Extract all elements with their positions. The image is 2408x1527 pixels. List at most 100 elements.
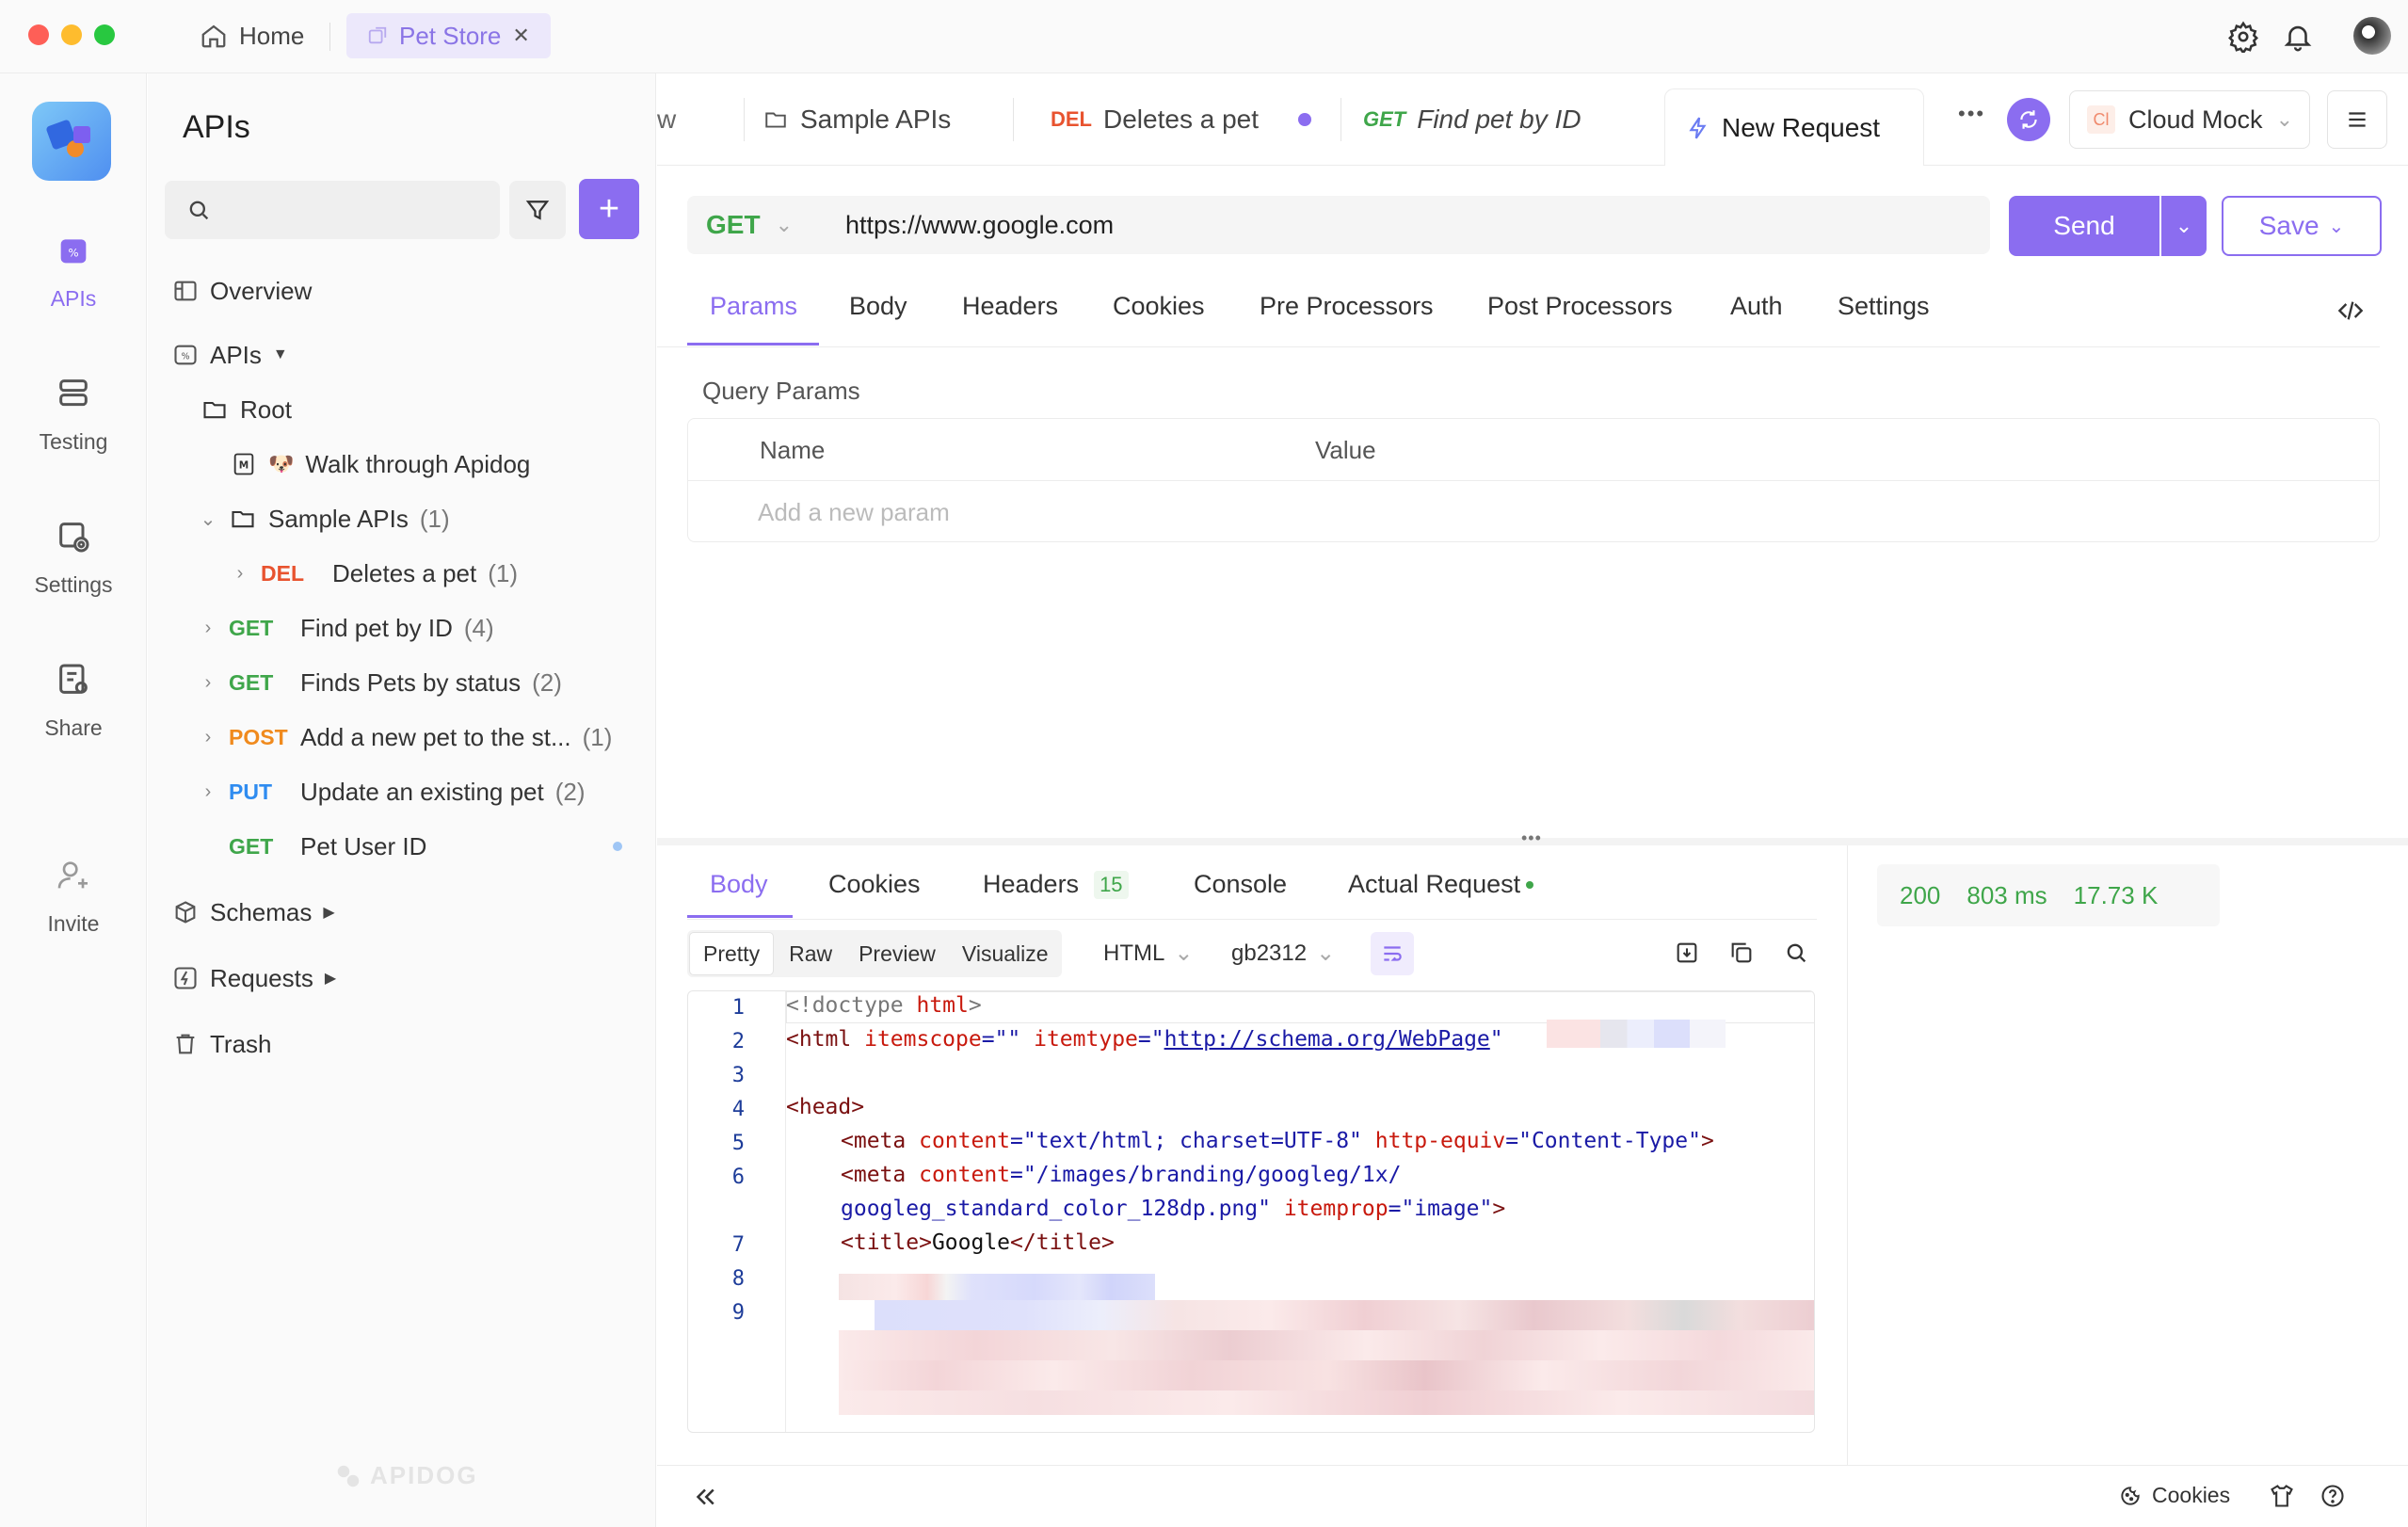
line-number: 9: [731, 1301, 745, 1325]
endpoint-method: POST: [229, 724, 288, 749]
tab-cookies[interactable]: Cookies: [1113, 292, 1205, 321]
sidebar-endpoint[interactable]: › GET Find pet by ID (4): [199, 606, 494, 650]
gear-icon[interactable]: [2227, 21, 2259, 53]
sidebar-endpoint[interactable]: › PUT Update an existing pet (2): [199, 770, 586, 813]
status-code: 200: [1900, 880, 1941, 909]
tab-new-request[interactable]: New Request: [1664, 88, 1924, 166]
sidebar-item-trash[interactable]: Trash: [172, 1022, 272, 1066]
sidebar-endpoint[interactable]: › POST Add a new pet to the st... (1): [199, 715, 613, 759]
environment-select[interactable]: Cl Cloud Mock ⌄: [2069, 90, 2310, 149]
shirt-icon[interactable]: [2269, 1483, 2295, 1509]
column-name: Name: [760, 436, 826, 464]
rail-invite[interactable]: Invite: [0, 857, 147, 937]
language-select[interactable]: HTML ⌄: [1103, 940, 1193, 967]
more-tabs-button[interactable]: •••: [1958, 102, 1985, 126]
endpoint-count: (4): [463, 613, 494, 642]
code-view-button[interactable]: [2335, 297, 2367, 330]
sidebar-item-schemas[interactable]: Schemas ▶: [172, 891, 335, 934]
url-input[interactable]: https://www.google.com: [825, 196, 1990, 254]
charset-select[interactable]: gb2312 ⌄: [1231, 940, 1335, 967]
send-options-button[interactable]: ⌄: [2161, 196, 2207, 256]
rail-settings[interactable]: Settings: [0, 518, 147, 598]
menu-button[interactable]: [2327, 90, 2387, 149]
format-pretty[interactable]: Pretty: [689, 932, 775, 975]
sync-button[interactable]: [2007, 98, 2050, 141]
method-select[interactable]: GET ⌄: [687, 196, 825, 254]
close-tab-icon[interactable]: ✕: [512, 24, 529, 48]
tab-response-headers[interactable]: Headers 15: [983, 870, 1129, 899]
tab-find-pet-by-id[interactable]: GET Find pet by ID: [1363, 73, 1581, 166]
tab-headers[interactable]: Headers: [962, 292, 1058, 321]
tab-body[interactable]: Body: [849, 292, 907, 321]
folder-icon: [765, 112, 786, 128]
sidebar-item-root[interactable]: Root: [201, 388, 292, 431]
root-label: Root: [240, 394, 292, 424]
sidebar-item-overview[interactable]: Overview: [172, 269, 312, 313]
maximize-window-button[interactable]: [94, 24, 115, 45]
minimize-window-button[interactable]: [61, 24, 82, 45]
walkthrough-label: Walk through Apidog: [305, 449, 531, 478]
cookies-button[interactable]: Cookies: [2118, 1483, 2230, 1508]
format-raw[interactable]: Raw: [776, 932, 845, 975]
search-icon: [189, 201, 209, 220]
add-param-input[interactable]: Add a new param: [758, 498, 950, 527]
tab-response-cookies[interactable]: Cookies: [828, 870, 921, 899]
response-code-viewer[interactable]: 1 2 3 4 5 6 7 8 9 <!doctype html> <html …: [687, 990, 1815, 1433]
copy-icon[interactable]: [1728, 940, 1755, 966]
tab-sample-apis[interactable]: Sample APIs: [763, 73, 951, 166]
close-window-button[interactable]: [28, 24, 49, 45]
markdown-icon: M: [233, 453, 254, 475]
filter-button[interactable]: [509, 181, 566, 239]
format-visualize[interactable]: Visualize: [949, 932, 1062, 975]
tab-partial[interactable]: w: [657, 73, 676, 166]
chevron-right-icon: ›: [204, 780, 212, 802]
project-tab[interactable]: Pet Store ✕: [346, 13, 551, 58]
sidebar-item-requests[interactable]: Requests ▶: [172, 956, 336, 1000]
help-icon[interactable]: [2320, 1483, 2346, 1509]
home-tab[interactable]: Home: [200, 13, 304, 58]
tab-pre-processors[interactable]: Pre Processors: [1260, 292, 1434, 321]
code-line: <meta content="text/html; charset=UTF-8"…: [841, 1129, 1714, 1153]
collapse-left-icon[interactable]: [691, 1483, 719, 1511]
format-preview[interactable]: Preview: [845, 932, 949, 975]
tab-actual-request[interactable]: Actual Request: [1348, 870, 1534, 899]
rail-share-label: Share: [44, 715, 103, 740]
tab-params[interactable]: Params: [710, 292, 797, 321]
sidebar-item-sample-apis[interactable]: ⌄ Sample APIs (1): [199, 497, 450, 540]
send-button[interactable]: Send: [2009, 196, 2159, 256]
sidebar-endpoint[interactable]: GET Pet User ID: [229, 825, 426, 868]
tab-deletes-a-pet[interactable]: DEL Deletes a pet: [1051, 73, 1311, 166]
drag-handle-icon[interactable]: •••: [1521, 828, 1542, 848]
search-icon[interactable]: [1783, 940, 1809, 966]
rail-testing[interactable]: Testing: [0, 375, 147, 455]
caret-right-icon: ▶: [324, 971, 337, 987]
share-icon: [59, 664, 88, 694]
redacted-block: [875, 1300, 1814, 1330]
tab-auth[interactable]: Auth: [1730, 292, 1783, 321]
apidog-watermark: APIDOG: [334, 1461, 478, 1490]
tab-post-processors[interactable]: Post Processors: [1487, 292, 1673, 321]
title-bar: Home Pet Store ✕: [0, 0, 2408, 73]
tab-response-body[interactable]: Body: [710, 870, 768, 899]
avatar[interactable]: [2353, 17, 2391, 55]
add-button[interactable]: +: [579, 179, 639, 239]
rail-share[interactable]: Share: [0, 661, 147, 741]
search-input[interactable]: [165, 181, 500, 239]
sidebar-item-walkthrough[interactable]: M 🐶 Walk through Apidog: [231, 442, 530, 486]
rail-invite-label: Invite: [47, 911, 100, 936]
save-button[interactable]: Save ⌄: [2222, 196, 2382, 256]
wrap-toggle[interactable]: [1371, 932, 1414, 975]
sidebar-item-apis[interactable]: % APIs ▼: [172, 333, 288, 377]
rail-apis[interactable]: % APIs: [0, 232, 147, 312]
download-icon[interactable]: [1674, 940, 1700, 966]
unsaved-dot: [1298, 113, 1311, 126]
sidebar-endpoint[interactable]: › GET Finds Pets by status (2): [199, 661, 562, 704]
redacted-block: [839, 1330, 1814, 1360]
sidebar-endpoint[interactable]: › DEL Deletes a pet (1): [231, 552, 518, 595]
tab-console[interactable]: Console: [1194, 870, 1287, 899]
tab-settings[interactable]: Settings: [1838, 292, 1930, 321]
endpoint-name: Pet User ID: [300, 831, 427, 860]
endpoint-name: Finds Pets by status: [300, 667, 522, 697]
chevron-down-icon: ⌄: [1174, 940, 1194, 966]
bell-icon[interactable]: [2282, 21, 2314, 53]
